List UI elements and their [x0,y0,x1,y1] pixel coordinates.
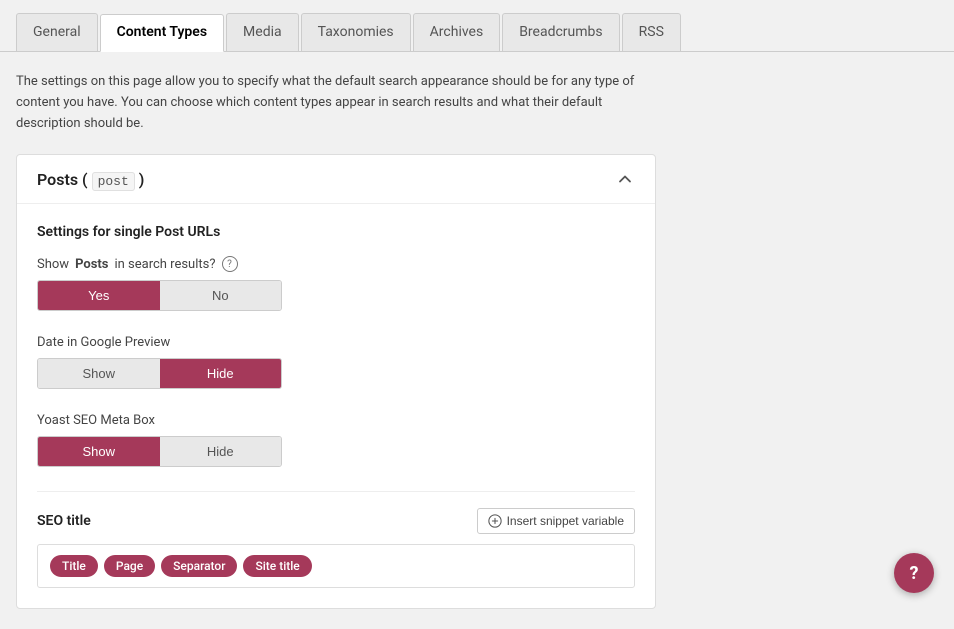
tab-taxonomies[interactable]: Taxonomies [301,13,411,51]
snippet-tag-site-title[interactable]: Site title [243,555,311,577]
seo-title-header: SEO title Insert snippet variable [37,508,635,534]
panel-body: Settings for single Post URLs Show Posts… [17,204,655,608]
divider [37,491,635,492]
toggle-yoast-meta-box: Show Hide [37,436,282,467]
toggle-show-date-button[interactable]: Show [38,359,160,388]
toggle-date-in-google: Show Hide [37,358,282,389]
posts-panel: Posts ( post ) Settings for single Post … [16,154,656,609]
snippet-tag-page[interactable]: Page [104,555,155,577]
seo-title-field[interactable]: Title Page Separator Site title [37,544,635,588]
field-label-yoast-meta-box: Yoast SEO Meta Box [37,413,635,428]
toggle-no-button[interactable]: No [160,281,282,310]
label-prefix: Show [37,257,69,272]
toggle-hide-meta-button[interactable]: Hide [160,437,282,466]
field-yoast-meta-box: Yoast SEO Meta Box Show Hide [37,413,635,467]
panel-code: post [92,172,135,191]
field-label-show-in-search: Show Posts in search results? ? [37,256,635,272]
plus-circle-icon [488,514,502,528]
insert-snippet-label: Insert snippet variable [507,514,624,528]
fab-help-button[interactable]: ? [894,553,934,593]
toggle-show-in-search: Yes No [37,280,282,311]
field-date-in-google: Date in Google Preview Show Hide [37,335,635,389]
seo-title-label: SEO title [37,513,91,529]
section-heading: Settings for single Post URLs [37,224,635,240]
panel-title: Posts ( post ) [37,170,144,189]
label-suffix: in search results? [114,257,215,272]
panel-header: Posts ( post ) [17,155,655,204]
tab-archives[interactable]: Archives [413,13,501,51]
tab-breadcrumbs[interactable]: Breadcrumbs [502,13,619,51]
field-label-date-in-google: Date in Google Preview [37,335,635,350]
page-description: The settings on this page allow you to s… [16,72,656,134]
tabs-bar: General Content Types Media Taxonomies A… [0,0,954,52]
seo-title-section: SEO title Insert snippet variable Title … [37,508,635,588]
tab-rss[interactable]: RSS [622,13,681,51]
tab-general[interactable]: General [16,13,98,51]
help-icon[interactable]: ? [222,256,238,272]
toggle-hide-date-button[interactable]: Hide [160,359,282,388]
toggle-show-meta-button[interactable]: Show [38,437,160,466]
tab-media[interactable]: Media [226,13,299,51]
tab-content-types[interactable]: Content Types [100,14,224,52]
snippet-tag-separator[interactable]: Separator [161,555,237,577]
snippet-tag-title[interactable]: Title [50,555,98,577]
field-show-in-search: Show Posts in search results? ? Yes No [37,256,635,311]
main-content: The settings on this page allow you to s… [0,52,954,629]
label-bold: Posts [75,257,108,272]
insert-snippet-button[interactable]: Insert snippet variable [477,508,635,534]
panel-collapse-icon[interactable] [615,169,635,189]
toggle-yes-button[interactable]: Yes [38,281,160,310]
